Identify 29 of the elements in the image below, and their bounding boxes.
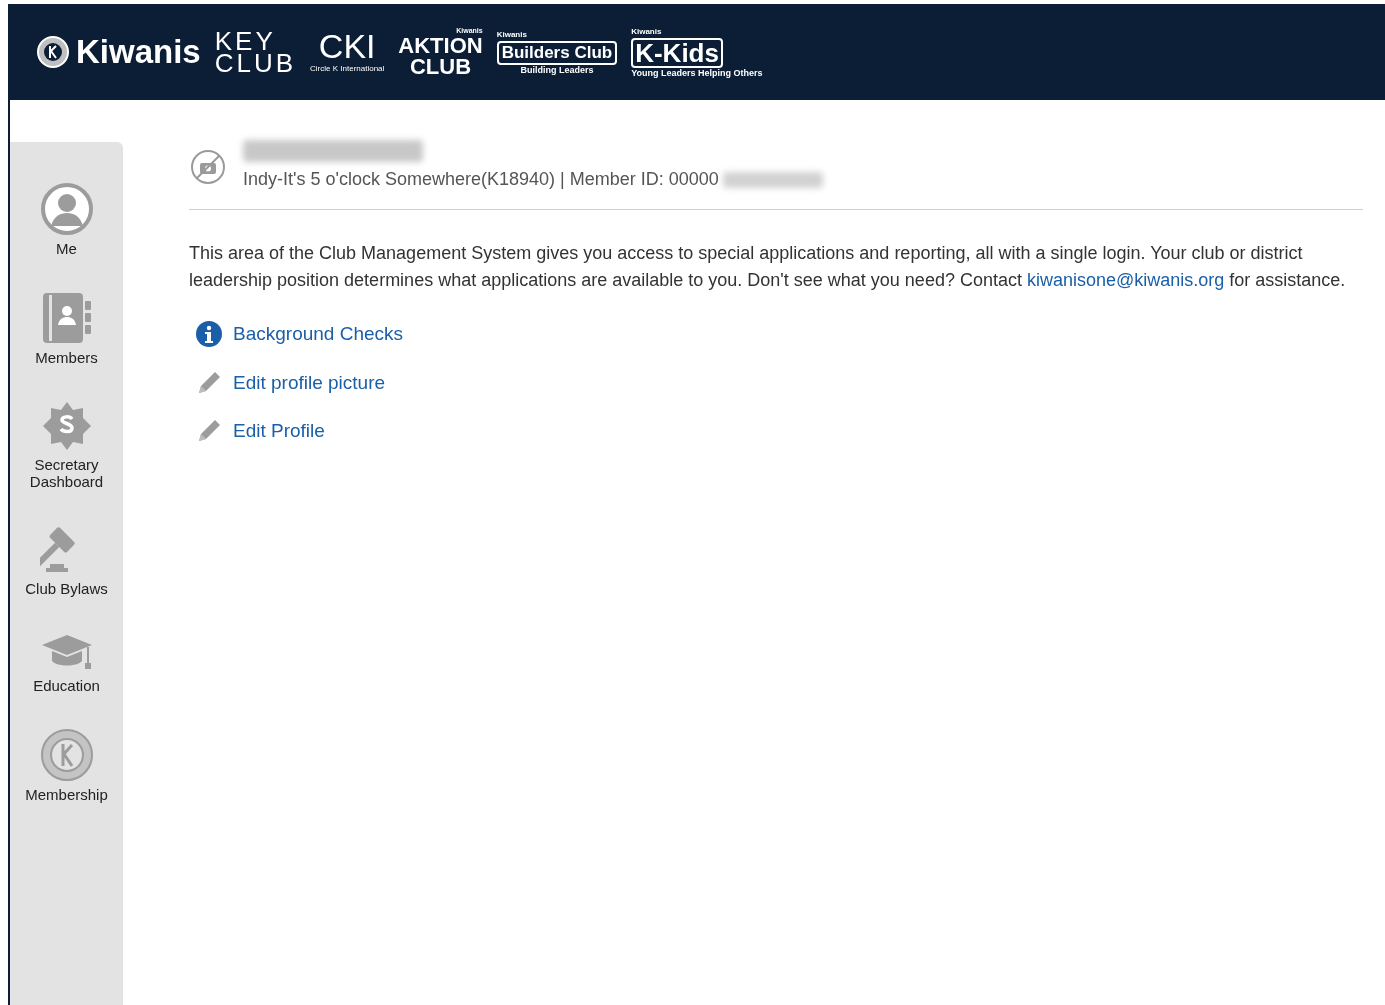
intro-paragraph: This area of the Club Management System gives you access to special applications and reporting, all with a single login. Your club or district leadership position determines what applications are available to you. Don't see what you need? Contact kiwanisone@kiwanis.org for assistance. <box>189 242 1347 292</box>
logo-text: Builders Club <box>496 40 618 65</box>
logo-text: K-Kids <box>631 37 723 68</box>
person-icon <box>39 182 94 236</box>
sidebar-item[interactable]: Members <box>10 287 123 370</box>
sidebar-item[interactable]: Me <box>10 178 123 261</box>
seal-icon <box>36 35 70 69</box>
sidebar-item[interactable]: Education <box>10 627 123 698</box>
sidebar-item[interactable]: Club Bylaws <box>10 520 123 601</box>
logo-brand: Kiwanis <box>631 25 662 38</box>
logo-text: AKTION CLUB <box>398 35 483 77</box>
logo-tagline: Building Leaders <box>520 64 594 76</box>
club-member-info: Indy-It's 5 o'clock Somewhere(K18940) | Member ID: 00000 <box>243 168 719 191</box>
action-link[interactable]: Edit Profile <box>233 417 325 446</box>
logo-text: Kiwanis <box>76 32 201 73</box>
logo-brand: Kiwanis <box>496 28 527 41</box>
sidebar-item[interactable]: Membership <box>10 724 123 807</box>
sidebar-item[interactable]: Secretary Dashboard <box>10 396 123 494</box>
logo-tagline: Circle K International <box>310 63 385 75</box>
info-icon <box>195 320 223 349</box>
seal-icon <box>39 728 94 782</box>
no-photo-icon <box>189 147 227 186</box>
email-link[interactable]: kiwanisone@kiwanis.org <box>1026 270 1225 290</box>
contact-book-icon <box>40 291 93 345</box>
logo-text: CKI <box>318 29 376 63</box>
action-link[interactable]: Background Checks <box>233 320 404 349</box>
logo-text: KEY CLUB <box>214 30 297 74</box>
action-link[interactable]: Edit profile picture <box>233 368 386 397</box>
logo-tagline: Young Leaders Helping Others <box>631 67 763 79</box>
